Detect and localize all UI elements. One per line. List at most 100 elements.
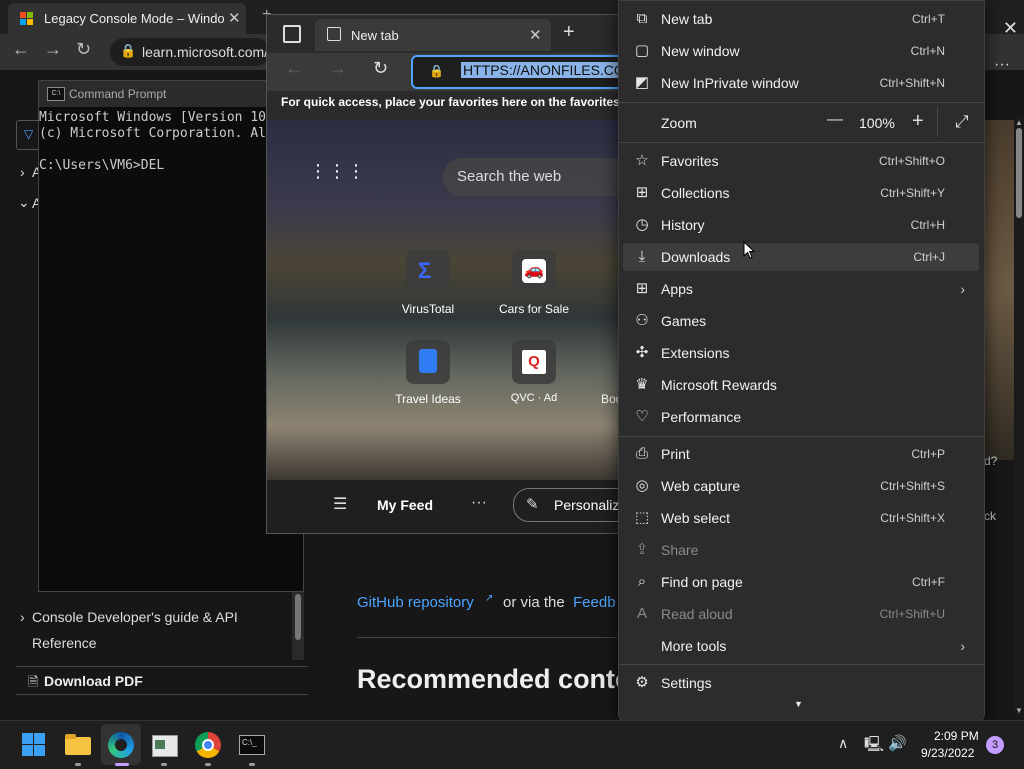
- page-info-icon[interactable]: 🔒: [429, 64, 444, 78]
- back-address-bar[interactable]: 🔒 learn.microsoft.com/: [110, 38, 270, 66]
- tree-chevron-icon[interactable]: ›: [20, 164, 25, 180]
- scroll-up-icon[interactable]: ▲: [1015, 118, 1023, 127]
- forward-arrow-icon[interactable]: →: [44, 39, 62, 60]
- command-prompt-icon[interactable]: C:\_: [238, 731, 266, 759]
- tile-travel-ideas[interactable]: [406, 340, 450, 384]
- menu-item-apps[interactable]: ⊞ Apps ›: [623, 275, 979, 303]
- menu-item-collections[interactable]: ⊞ Collections Ctrl+Shift+Y: [623, 179, 979, 207]
- personalize-button[interactable]: ✎ Personalize: [513, 488, 627, 522]
- notepad-app-icon[interactable]: [150, 731, 178, 759]
- rewards-trophy-icon: ♛: [635, 376, 649, 393]
- new-window-icon: ▢: [634, 42, 650, 59]
- file-explorer-icon[interactable]: [64, 731, 92, 759]
- menu-item-print[interactable]: ⎙ Print Ctrl+P: [623, 440, 979, 468]
- tree-item-developer-guide[interactable]: Console Developer's guide & API: [32, 609, 238, 625]
- menu-item-games[interactable]: ⚇ Games: [623, 307, 979, 335]
- menu-item-label: Zoom: [661, 115, 697, 131]
- cmd-titlebar[interactable]: C:\ Command Prompt: [39, 81, 303, 107]
- tree-chevron-down-icon[interactable]: ⌄: [18, 194, 30, 211]
- page-scrollbar[interactable]: ▲ ▼: [1014, 118, 1024, 718]
- menu-item-new-inprivate-window[interactable]: ◩ New InPrivate window Ctrl+Shift+N: [623, 69, 979, 97]
- close-icon[interactable]: ✕: [228, 9, 241, 27]
- menu-item-read-aloud[interactable]: A Read aloud Ctrl+Shift+U: [623, 600, 979, 628]
- network-icon[interactable]: 🖳: [864, 734, 884, 759]
- hamburger-menu-icon[interactable]: ☰: [333, 494, 347, 514]
- notification-badge[interactable]: 3: [986, 736, 1004, 754]
- scroll-down-caret-icon[interactable]: ▼: [794, 699, 803, 709]
- chrome-browser-icon[interactable]: [194, 731, 222, 759]
- forward-arrow-icon[interactable]: →: [329, 58, 347, 79]
- more-icon[interactable]: ···: [471, 494, 487, 512]
- menu-item-history[interactable]: ◷ History Ctrl+H: [623, 211, 979, 239]
- tile-qvc[interactable]: Q: [512, 340, 556, 384]
- menu-item-web-select[interactable]: ⬚ Web select Ctrl+Shift+X: [623, 504, 979, 532]
- right-partial-button[interactable]: ck: [984, 509, 996, 523]
- tab-actions-icon[interactable]: [283, 25, 301, 43]
- menu-separator: [619, 102, 984, 103]
- tile-label[interactable]: VirusTotal: [378, 302, 478, 316]
- menu-item-share[interactable]: ⇪ Share: [623, 536, 979, 564]
- tile-label[interactable]: Travel Ideas: [378, 392, 478, 406]
- menu-item-extensions[interactable]: ✣ Extensions: [623, 339, 979, 367]
- menu-item-downloads[interactable]: ⤓ Downloads Ctrl+J: [623, 243, 979, 271]
- menu-item-performance[interactable]: ♡ Performance: [623, 403, 979, 431]
- back-tab-legacy-console[interactable]: Legacy Console Mode – Windows ✕: [8, 3, 246, 34]
- feedback-link[interactable]: Feedb: [573, 594, 616, 611]
- cmd-line[interactable]: C:\Users\VM6>DEL: [39, 158, 164, 173]
- feed-bar: ☰ My Feed ··· ✎ Personalize: [267, 480, 627, 533]
- scrollbar-thumb[interactable]: [295, 594, 301, 640]
- refresh-icon[interactable]: ↻: [373, 58, 388, 79]
- menu-item-favorites[interactable]: ☆ Favorites Ctrl+Shift+O: [623, 147, 979, 175]
- tile-label[interactable]: Cars for Sale: [484, 302, 584, 316]
- settings-and-more-menu: ⧉ New tab Ctrl+T ▢ New window Ctrl+N ◩ N…: [618, 0, 985, 722]
- menu-item-web-capture[interactable]: ◎ Web capture Ctrl+Shift+S: [623, 472, 979, 500]
- search-box[interactable]: Search the web: [443, 158, 627, 196]
- tab-new-tab[interactable]: New tab ✕: [315, 19, 551, 51]
- menu-item-new-tab[interactable]: ⧉ New tab Ctrl+T: [623, 5, 979, 33]
- start-windows-icon[interactable]: [20, 731, 48, 759]
- close-icon[interactable]: ✕: [529, 26, 542, 44]
- download-icon: ⤓: [638, 248, 646, 265]
- new-tab-page-icon: [327, 27, 341, 41]
- address-text-selected[interactable]: HTTPS://ANONFILES.COM: [461, 62, 627, 78]
- performance-heart-icon: ♡: [635, 408, 649, 425]
- tile-cars-for-sale[interactable]: 🚗: [512, 250, 556, 294]
- tile-virustotal[interactable]: Σ: [406, 250, 450, 294]
- menu-item-shortcut: Ctrl+N: [910, 44, 945, 58]
- zoom-out-button[interactable]: —: [827, 111, 843, 129]
- full-screen-icon[interactable]: ⤢: [955, 112, 969, 132]
- refresh-icon[interactable]: ↻: [76, 39, 91, 60]
- back-arrow-icon[interactable]: ←: [12, 39, 30, 60]
- address-bar[interactable]: 🔒 HTTPS://ANONFILES.COM: [411, 55, 627, 89]
- chevron-right-icon: ›: [960, 281, 965, 297]
- menu-item-new-window[interactable]: ▢ New window Ctrl+N: [623, 37, 979, 65]
- menu-item-microsoft-rewards[interactable]: ♛ Microsoft Rewards: [623, 371, 979, 399]
- app-launcher-icon[interactable]: ⋮⋮⋮: [309, 162, 365, 188]
- new-tab-browser-window[interactable]: New tab ✕ + ← → ↻ 🔒 HTTPS://ANONFILES.CO…: [266, 14, 628, 534]
- edge-browser-icon[interactable]: [107, 731, 135, 759]
- zoom-in-button[interactable]: +: [912, 110, 924, 133]
- github-repository-link[interactable]: GitHub repository: [357, 594, 474, 611]
- scroll-down-icon[interactable]: ▼: [1015, 706, 1023, 715]
- search-placeholder: Search the web: [457, 168, 562, 185]
- new-tab-plus-icon[interactable]: +: [563, 21, 575, 44]
- menu-item-label: Extensions: [661, 345, 730, 361]
- external-link-icon: ↗: [485, 593, 494, 604]
- clock-date[interactable]: 9/23/2022: [921, 746, 974, 760]
- tree-chevron-icon[interactable]: ›: [20, 609, 25, 625]
- menu-item-label: Collections: [661, 185, 730, 201]
- menu-item-find-on-page[interactable]: ⌕ Find on page Ctrl+F: [623, 568, 979, 596]
- command-prompt-window[interactable]: C:\ Command Prompt Microsoft Windows [Ve…: [38, 80, 304, 592]
- back-arrow-icon[interactable]: ←: [285, 58, 303, 79]
- menu-item-settings[interactable]: ⚙ Settings: [623, 669, 979, 697]
- menu-item-shortcut: Ctrl+Shift+S: [880, 479, 945, 493]
- tile-label[interactable]: QVC · Ad: [484, 392, 584, 404]
- volume-icon[interactable]: 🔊: [888, 734, 907, 752]
- sidebar-scrollbar[interactable]: [292, 590, 304, 660]
- clock-time[interactable]: 2:09 PM: [934, 729, 979, 743]
- my-feed-tab[interactable]: My Feed: [377, 497, 433, 513]
- download-pdf-link[interactable]: Download PDF: [44, 673, 143, 689]
- menu-item-more-tools[interactable]: More tools ›: [623, 632, 979, 660]
- page-scrollbar-thumb[interactable]: [1016, 128, 1022, 218]
- chevron-up-icon[interactable]: ∧: [838, 735, 848, 752]
